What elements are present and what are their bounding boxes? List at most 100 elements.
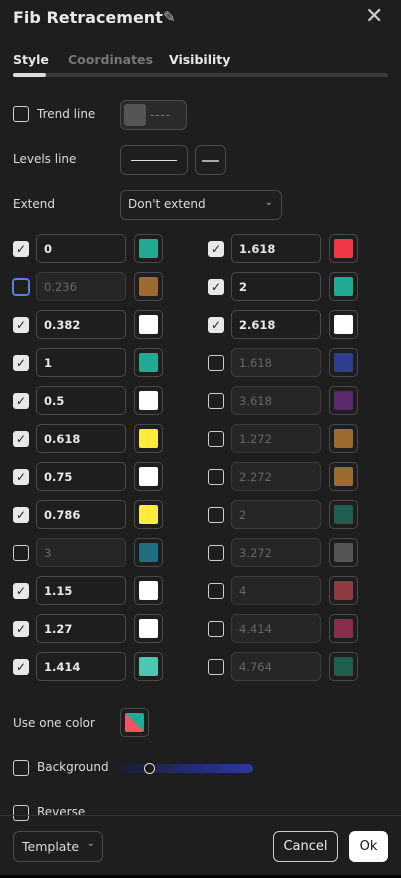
level-color — [139, 391, 158, 410]
use-one-color-swatch[interactable] — [120, 708, 149, 737]
ok-button[interactable]: Ok — [349, 831, 388, 862]
levels-line-style-button[interactable] — [120, 145, 188, 175]
pencil-icon[interactable]: ✎ — [163, 8, 176, 26]
slider-handle[interactable] — [144, 763, 155, 774]
level-value-input[interactable]: 0.75 — [36, 462, 126, 491]
level-color-swatch[interactable] — [134, 614, 163, 643]
level-value-input[interactable]: 1.272 — [231, 424, 321, 453]
level-checkbox[interactable] — [208, 659, 224, 675]
level-checkbox[interactable]: ✓ — [13, 431, 29, 447]
level-color-swatch[interactable] — [134, 576, 163, 605]
tab-coordinates[interactable]: Coordinates — [68, 52, 153, 67]
level-checkbox[interactable]: ✓ — [208, 241, 224, 257]
level-value-input[interactable]: 0.786 — [36, 500, 126, 529]
reverse-checkbox[interactable] — [13, 805, 29, 821]
level-color — [139, 315, 158, 334]
level-value-input[interactable]: 1.15 — [36, 576, 126, 605]
level-value-input[interactable]: 0.236 — [36, 272, 126, 301]
level-color-swatch[interactable] — [134, 310, 163, 339]
extend-value: Don't extend — [128, 197, 206, 211]
level-checkbox[interactable] — [208, 583, 224, 599]
level-checkbox[interactable]: ✓ — [13, 659, 29, 675]
level-color-swatch[interactable] — [329, 234, 358, 263]
level-color-swatch[interactable] — [134, 424, 163, 453]
level-color-swatch[interactable] — [329, 348, 358, 377]
trend-line-style-button[interactable]: ---- — [120, 100, 187, 130]
level-value-input[interactable]: 3 — [36, 538, 126, 567]
level-color-swatch[interactable] — [329, 310, 358, 339]
level-color-swatch[interactable] — [134, 652, 163, 681]
level-color-swatch[interactable] — [134, 500, 163, 529]
level-value-input[interactable]: 0 — [36, 234, 126, 263]
level-value-input[interactable]: 0.5 — [36, 386, 126, 415]
level-color-swatch[interactable] — [329, 538, 358, 567]
level-checkbox[interactable]: ✓ — [13, 317, 29, 333]
level-color-swatch[interactable] — [134, 386, 163, 415]
level-value-input[interactable]: 1.618 — [231, 234, 321, 263]
footer-divider — [0, 815, 401, 816]
extend-select[interactable]: Don't extend ⌄ — [120, 190, 282, 220]
level-color-swatch[interactable] — [134, 234, 163, 263]
level-checkbox[interactable] — [13, 545, 29, 561]
background-opacity-slider[interactable] — [120, 764, 253, 773]
level-color-swatch[interactable] — [329, 576, 358, 605]
level-checkbox[interactable]: ✓ — [13, 241, 29, 257]
level-color-swatch[interactable] — [134, 538, 163, 567]
level-color-swatch[interactable] — [329, 386, 358, 415]
dashed-line-icon: ---- — [149, 108, 172, 122]
level-checkbox[interactable] — [13, 279, 29, 295]
level-value-input[interactable]: 2 — [231, 272, 321, 301]
level-value-input[interactable]: 3.272 — [231, 538, 321, 567]
level-color — [334, 391, 353, 410]
level-checkbox[interactable] — [208, 355, 224, 371]
level-color-swatch[interactable] — [134, 462, 163, 491]
level-checkbox[interactable] — [208, 507, 224, 523]
level-checkbox[interactable]: ✓ — [13, 355, 29, 371]
level-checkbox[interactable] — [208, 431, 224, 447]
level-color-swatch[interactable] — [329, 424, 358, 453]
template-button[interactable]: Template ⌄ — [13, 831, 103, 862]
level-checkbox[interactable]: ✓ — [208, 279, 224, 295]
level-color-swatch[interactable] — [329, 272, 358, 301]
level-color-swatch[interactable] — [134, 348, 163, 377]
dialog-title: Fib Retracement — [13, 8, 163, 27]
cancel-button[interactable]: Cancel — [273, 831, 338, 862]
tab-style[interactable]: Style — [13, 52, 49, 67]
level-checkbox[interactable] — [208, 393, 224, 409]
level-value-input[interactable]: 1.27 — [36, 614, 126, 643]
level-checkbox[interactable] — [208, 545, 224, 561]
level-color-swatch[interactable] — [134, 272, 163, 301]
level-checkbox[interactable]: ✓ — [13, 583, 29, 599]
level-value-input[interactable]: 2 — [231, 500, 321, 529]
level-value-input[interactable]: 2.272 — [231, 462, 321, 491]
background-checkbox[interactable] — [13, 760, 29, 776]
level-color-swatch[interactable] — [329, 462, 358, 491]
level-color-swatch[interactable] — [329, 652, 358, 681]
close-icon[interactable]: ✕ — [365, 4, 383, 29]
tab-bar — [13, 73, 388, 77]
level-value-input[interactable]: 0.618 — [36, 424, 126, 453]
level-value-input[interactable]: 4.764 — [231, 652, 321, 681]
level-color-swatch[interactable] — [329, 500, 358, 529]
level-value-input[interactable]: 1 — [36, 348, 126, 377]
level-color-swatch[interactable] — [329, 614, 358, 643]
level-checkbox[interactable]: ✓ — [13, 393, 29, 409]
level-value-input[interactable]: 1.618 — [231, 348, 321, 377]
level-color — [334, 277, 353, 296]
tab-visibility[interactable]: Visibility — [169, 52, 230, 67]
level-checkbox[interactable]: ✓ — [13, 621, 29, 637]
level-checkbox[interactable]: ✓ — [208, 317, 224, 333]
levels-line-width-button[interactable] — [195, 145, 226, 175]
level-checkbox[interactable]: ✓ — [13, 507, 29, 523]
level-value-input[interactable]: 0.382 — [36, 310, 126, 339]
level-value-input[interactable]: 1.414 — [36, 652, 126, 681]
level-checkbox[interactable]: ✓ — [13, 469, 29, 485]
level-value-input[interactable]: 4.414 — [231, 614, 321, 643]
solid-line-icon — [131, 160, 177, 161]
level-checkbox[interactable] — [208, 469, 224, 485]
level-value-input[interactable]: 2.618 — [231, 310, 321, 339]
level-value-input[interactable]: 4 — [231, 576, 321, 605]
level-value-input[interactable]: 3.618 — [231, 386, 321, 415]
trend-line-checkbox[interactable] — [13, 106, 29, 122]
level-checkbox[interactable] — [208, 621, 224, 637]
